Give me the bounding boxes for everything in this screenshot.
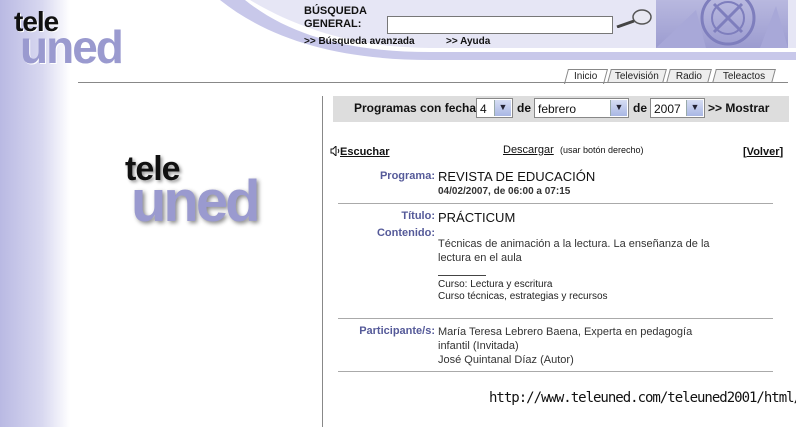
teleuned-big-logo: tele uned: [125, 150, 315, 234]
download-link[interactable]: Descargar: [503, 144, 554, 156]
back-link-wrapper[interactable]: [Volver]: [743, 146, 783, 158]
search-input[interactable]: [387, 16, 613, 34]
header-divider: [78, 82, 788, 83]
title-label: Título:: [401, 210, 435, 222]
program-datetime: 04/02/2007, de 06:00 a 07:15: [438, 186, 571, 197]
content-description-line2: lectura en el aula: [438, 252, 522, 264]
year-select-value: 2007: [654, 102, 681, 116]
course-separator: [438, 275, 486, 276]
day-select-value: 4: [480, 102, 487, 116]
back-link[interactable]: Volver: [747, 146, 780, 158]
participant-2: José Quintanal Díaz (Autor): [438, 354, 574, 366]
advanced-search-link[interactable]: >> Búsqueda avanzada: [304, 36, 415, 47]
program-divider: [338, 203, 773, 204]
content-divider: [322, 96, 323, 427]
content-divider-line: [338, 318, 773, 319]
course-1: Curso: Lectura y escritura: [438, 279, 553, 290]
year-select[interactable]: 2007 ▼: [650, 98, 705, 118]
month-select[interactable]: febrero ▼: [534, 98, 629, 118]
download-note: (usar botón derecho): [560, 145, 644, 155]
participant-1-line2: infantil (Invitada): [438, 340, 519, 352]
search-label-line1: BÚSQUEDA: [304, 5, 367, 17]
date-separator-2: de: [633, 101, 648, 115]
participant-1-line1: María Teresa Lebrero Baena, Experta en p…: [438, 326, 693, 338]
content-label: Contenido:: [376, 227, 435, 239]
teleuned-logo[interactable]: tele uned: [14, 6, 154, 73]
date-separator-1: de: [517, 101, 532, 115]
program-title: REVISTA DE EDUCACIÓN: [438, 169, 596, 184]
uned-seal-image: [656, 0, 788, 48]
month-select-value: febrero: [538, 102, 577, 116]
big-logo-uned-text: uned: [131, 169, 261, 234]
listen-link[interactable]: Escuchar: [330, 144, 390, 158]
content-title: PRÁCTICUM: [438, 210, 516, 225]
chevron-down-icon[interactable]: ▼: [494, 100, 511, 116]
participants-label: Participante/s:: [359, 325, 435, 337]
course-2: Curso técnicas, estrategias y recursos: [438, 291, 608, 302]
help-link[interactable]: >> Ayuda: [446, 36, 490, 47]
content-description-line1: Técnicas de animación a la lectura. La e…: [438, 238, 710, 250]
footer-url: http://www.teleuned.com/teleuned2001/htm…: [489, 390, 796, 406]
tab-television[interactable]: Televisión: [607, 69, 667, 83]
tab-radio[interactable]: Radio: [666, 69, 712, 83]
logo-uned-text: uned: [20, 21, 124, 73]
date-filter-label: Programas con fecha:: [354, 101, 481, 115]
search-label: BÚSQUEDA GENERAL:: [304, 5, 367, 31]
show-button[interactable]: >> Mostrar: [708, 101, 769, 115]
search-icon[interactable]: [614, 8, 654, 28]
day-select[interactable]: 4 ▼: [476, 98, 513, 118]
program-label: Programa:: [379, 170, 435, 182]
chevron-down-icon[interactable]: ▼: [610, 100, 627, 116]
chevron-down-icon[interactable]: ▼: [686, 100, 703, 116]
speaker-icon: [330, 144, 340, 158]
tab-teleactos[interactable]: Teleactos: [712, 69, 776, 83]
participants-divider: [338, 371, 773, 372]
search-label-line2: GENERAL:: [304, 18, 362, 30]
listen-label: Escuchar: [340, 146, 390, 158]
